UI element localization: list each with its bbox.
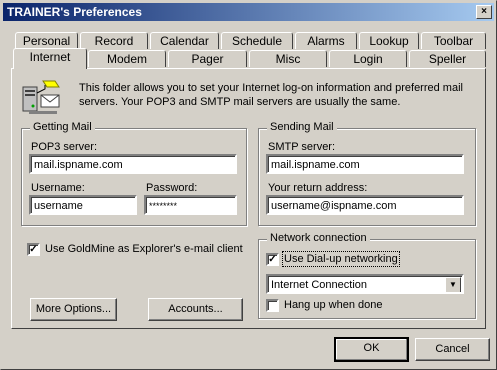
tab-login[interactable]: Login: [329, 50, 407, 67]
tab-pager[interactable]: Pager: [168, 50, 247, 67]
tab-toolbar[interactable]: Toolbar: [421, 32, 486, 49]
dropdown-button[interactable]: ▼: [445, 277, 461, 292]
password-input[interactable]: ********: [144, 195, 237, 215]
tab-calendar[interactable]: Calendar: [150, 32, 219, 49]
tab-internet[interactable]: Internet: [13, 48, 87, 69]
more-options-button[interactable]: More Options...: [30, 298, 117, 321]
dialup-checkbox[interactable]: ✓: [266, 253, 279, 266]
return-address-label: Your return address:: [268, 182, 368, 194]
ok-button[interactable]: OK: [334, 337, 409, 362]
tab-modem[interactable]: Modem: [88, 50, 166, 67]
tab-alarms[interactable]: Alarms: [295, 32, 357, 49]
close-button[interactable]: ×: [476, 5, 492, 19]
tab-speller[interactable]: Speller: [409, 50, 486, 67]
smtp-server-label: SMTP server:: [268, 141, 336, 153]
cancel-button[interactable]: Cancel: [415, 338, 490, 361]
accounts-button[interactable]: Accounts...: [148, 298, 243, 321]
title-bar[interactable]: TRAINER's Preferences ×: [3, 3, 494, 21]
sending-mail-title: Sending Mail: [267, 121, 337, 133]
password-label: Password:: [146, 182, 198, 194]
connection-select[interactable]: Internet Connection ▼: [266, 274, 464, 294]
return-address-input[interactable]: username@ispname.com: [266, 195, 464, 215]
tab-personal[interactable]: Personal: [15, 32, 78, 49]
tab-lookup[interactable]: Lookup: [359, 32, 419, 49]
pop3-server-label: POP3 server:: [31, 141, 98, 153]
explorer-client-checkbox[interactable]: ✓: [27, 243, 40, 256]
tab-schedule[interactable]: Schedule: [221, 32, 293, 49]
window-title: TRAINER's Preferences: [7, 5, 142, 19]
pop3-server-input[interactable]: mail.ispname.com: [29, 154, 237, 174]
mail-server-icon: [22, 80, 60, 114]
network-connection-title: Network connection: [267, 232, 370, 244]
chevron-down-icon: ▼: [449, 280, 457, 289]
connection-select-value: Internet Connection: [271, 279, 368, 291]
smtp-server-input[interactable]: mail.ispname.com: [266, 154, 464, 174]
tab-record[interactable]: Record: [80, 32, 148, 49]
tab-misc[interactable]: Misc: [249, 50, 327, 67]
explorer-client-label[interactable]: Use GoldMine as Explorer's e-mail client: [45, 243, 243, 255]
preferences-window: TRAINER's Preferences × Personal Record …: [0, 0, 497, 370]
dialup-label[interactable]: Use Dial-up networking: [282, 251, 400, 267]
username-input[interactable]: username: [29, 195, 137, 215]
username-label: Username:: [31, 182, 85, 194]
check-icon: ✓: [29, 244, 38, 255]
check-icon: ✓: [268, 254, 277, 265]
info-description: This folder allows you to set your Inter…: [79, 82, 463, 108]
hangup-label[interactable]: Hang up when done: [284, 299, 382, 311]
getting-mail-title: Getting Mail: [30, 121, 95, 133]
hangup-checkbox[interactable]: [266, 299, 279, 312]
close-icon: ×: [481, 6, 487, 17]
